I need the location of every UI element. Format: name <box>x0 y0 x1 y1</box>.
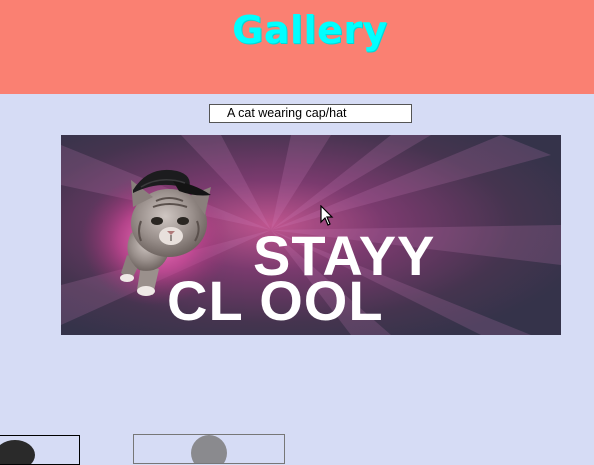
image-caption-input[interactable]: A cat wearing cap/hat <box>209 104 412 123</box>
page-header: Gallery <box>0 0 594 94</box>
main-gallery-image[interactable]: STAYY CL OOL <box>61 135 561 335</box>
thumbnail-image <box>0 440 35 464</box>
mouse-pointer-icon <box>320 204 334 231</box>
gallery-thumbnail-2[interactable] <box>133 434 285 464</box>
page-title: Gallery <box>232 8 388 52</box>
gallery-thumbnail-1[interactable] <box>0 435 80 465</box>
banner-line2: CL OOL <box>167 269 384 332</box>
